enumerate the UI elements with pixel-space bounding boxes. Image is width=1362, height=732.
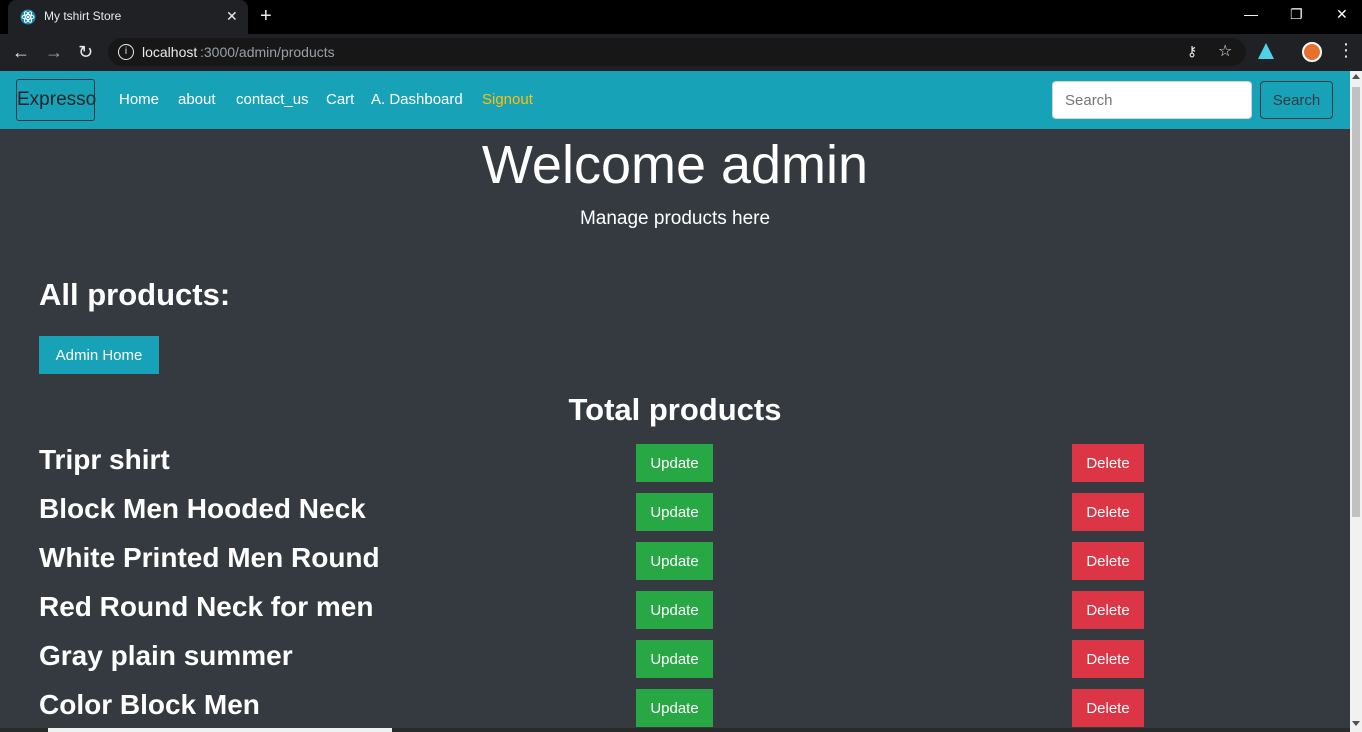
back-icon[interactable]: ← <box>12 42 30 63</box>
profile-avatar-icon[interactable] <box>1302 42 1322 62</box>
page-subtitle: Manage products here <box>579 208 771 229</box>
product-row: Block Men Hooded Neck Update Delete <box>0 493 1350 533</box>
product-row: Red Round Neck for men Update Delete <box>0 591 1350 631</box>
nav-link-contact[interactable]: contact_us <box>236 91 309 108</box>
browser-tab[interactable]: My tshirt Store ✕ <box>8 0 248 34</box>
url-field[interactable]: i localhost :3000/admin/products ⚷ ☆ <box>108 38 1246 66</box>
product-row: Gray plain summer Update Delete <box>0 640 1350 680</box>
nav-link-signout[interactable]: Signout <box>482 91 533 108</box>
product-row: Tripr shirt Update Delete <box>0 444 1350 484</box>
product-name: Red Round Neck for men <box>39 591 374 622</box>
delete-button[interactable]: Delete <box>1072 542 1144 580</box>
tab-title: My tshirt Store <box>44 9 122 23</box>
update-button[interactable]: Update <box>636 444 713 482</box>
scroll-thumb[interactable] <box>1352 87 1360 517</box>
delete-button[interactable]: Delete <box>1072 640 1144 678</box>
key-icon[interactable]: ⚷ <box>1187 43 1197 60</box>
product-row: White Printed Men Round Update Delete <box>0 542 1350 582</box>
horizontal-scrollbar[interactable] <box>0 728 1350 732</box>
scroll-down-icon[interactable] <box>1352 721 1360 726</box>
new-tab-icon[interactable]: + <box>260 5 272 28</box>
more-menu-icon[interactable]: ⋮ <box>1337 40 1355 61</box>
delete-button[interactable]: Delete <box>1072 493 1144 531</box>
forward-icon[interactable]: → <box>45 42 63 63</box>
update-button[interactable]: Update <box>636 493 713 531</box>
total-products-heading: Total products <box>568 392 782 427</box>
info-icon[interactable]: i <box>118 44 134 60</box>
browser-tab-bar: My tshirt Store ✕ + — ❐ ✕ <box>0 0 1362 34</box>
product-name: Color Block Men <box>39 689 260 720</box>
scroll-up-icon[interactable] <box>1352 74 1360 79</box>
product-name: White Printed Men Round <box>39 542 380 573</box>
update-button[interactable]: Update <box>636 689 713 727</box>
nav-link-about[interactable]: about <box>178 91 216 108</box>
react-icon <box>20 9 36 25</box>
site-navbar: Expresso Home about contact_us Cart A. D… <box>0 71 1350 129</box>
product-name: Tripr shirt <box>39 444 170 475</box>
admin-home-button[interactable]: Admin Home <box>39 336 159 374</box>
delete-button[interactable]: Delete <box>1072 591 1144 629</box>
search-button[interactable]: Search <box>1260 81 1333 119</box>
page-title: Welcome admin <box>481 135 869 195</box>
extension-icon[interactable] <box>1258 43 1274 59</box>
update-button[interactable]: Update <box>636 640 713 678</box>
horizontal-scroll-thumb[interactable] <box>48 728 392 732</box>
browser-address-bar: ← → ↻ i localhost :3000/admin/products ⚷… <box>0 34 1362 71</box>
tab-close-icon[interactable]: ✕ <box>226 8 238 25</box>
window-close-icon[interactable]: ✕ <box>1336 6 1348 23</box>
update-button[interactable]: Update <box>636 591 713 629</box>
update-button[interactable]: Update <box>636 542 713 580</box>
nav-link-home[interactable]: Home <box>119 91 159 108</box>
minimize-icon[interactable]: — <box>1244 6 1258 22</box>
reload-icon[interactable]: ↻ <box>78 42 93 63</box>
nav-link-cart[interactable]: Cart <box>326 91 354 108</box>
vertical-scrollbar[interactable] <box>1350 71 1362 732</box>
search-input[interactable] <box>1052 81 1252 119</box>
url-path: :3000/admin/products <box>200 44 335 60</box>
star-icon[interactable]: ☆ <box>1218 41 1232 61</box>
url-host: localhost <box>142 44 198 60</box>
product-row: Color Block Men Update Delete <box>0 689 1350 729</box>
all-products-heading: All products: <box>39 277 231 312</box>
nav-link-admin-dashboard[interactable]: A. Dashboard <box>371 91 463 108</box>
brand-logo[interactable]: Expresso <box>16 79 96 121</box>
restore-icon[interactable]: ❐ <box>1290 6 1303 23</box>
product-name: Gray plain summer <box>39 640 293 671</box>
delete-button[interactable]: Delete <box>1072 444 1144 482</box>
product-name: Block Men Hooded Neck <box>39 493 366 524</box>
delete-button[interactable]: Delete <box>1072 689 1144 727</box>
